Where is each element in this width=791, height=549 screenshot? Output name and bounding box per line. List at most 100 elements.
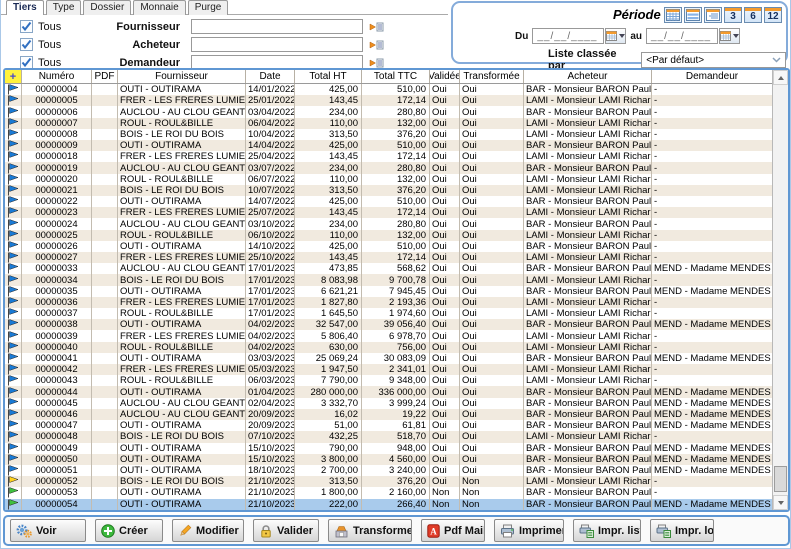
table-row[interactable]: 00000042FRER - LES FRERES LUMIERES05/03/… bbox=[5, 364, 772, 375]
vertical-scrollbar[interactable] bbox=[772, 70, 788, 510]
cell-demandeur: MEND - Madame MENDES bbox=[652, 499, 772, 510]
table-row[interactable]: 00000009OUTI - OUTIRAMA14/04/2022425,005… bbox=[5, 140, 772, 151]
app-window: TiersTypeDossierMonnaiePurge TousFournis… bbox=[0, 0, 791, 549]
date-to-input[interactable]: __/__/____ bbox=[646, 28, 718, 44]
tous-checkbox-acheteur[interactable] bbox=[20, 38, 33, 51]
column-header-total-ht[interactable]: Total HT bbox=[295, 70, 362, 83]
transformer-button[interactable]: Transformer bbox=[328, 519, 412, 542]
table-row[interactable]: 00000049OUTI - OUTIRAMA15/10/2023790,009… bbox=[5, 443, 772, 454]
table-row[interactable]: 00000041OUTI - OUTIRAMA03/03/202325 069,… bbox=[5, 353, 772, 364]
period-calendar-week-button[interactable] bbox=[684, 7, 702, 23]
table-row[interactable]: 00000045AUCLOU - AU CLOU GEANT02/04/2023… bbox=[5, 398, 772, 409]
flag-green-icon bbox=[7, 499, 19, 510]
cell-pdf bbox=[92, 431, 118, 442]
table-row[interactable]: 00000053OUTI - OUTIRAMA21/10/20231 800,0… bbox=[5, 487, 772, 498]
fournisseur-picker-button[interactable] bbox=[369, 21, 384, 33]
cell-date: 18/10/2023 bbox=[246, 465, 295, 476]
cell-acheteur: LAMI - Monsieur LAMI Richard bbox=[524, 129, 652, 140]
column-header-demandeur[interactable]: Demandeur bbox=[652, 70, 772, 83]
table-row[interactable]: 00000036FRER - LES FRERES LUMIERES17/01/… bbox=[5, 297, 772, 308]
table-row[interactable]: 00000027FRER - LES FRERES LUMIERES25/10/… bbox=[5, 252, 772, 263]
date-from-calendar-button[interactable] bbox=[605, 28, 626, 44]
column-header-fournisseur[interactable]: Fournisseur bbox=[118, 70, 246, 83]
demandeur-picker-button[interactable] bbox=[369, 57, 384, 69]
acheteur-input[interactable] bbox=[191, 37, 363, 52]
period-calendar-month-button[interactable] bbox=[704, 7, 722, 23]
creer-button[interactable]: Créer bbox=[95, 519, 163, 542]
acheteur-picker-button[interactable] bbox=[369, 39, 384, 51]
table-row[interactable]: 00000037ROUL - ROUL&BILLE17/01/20231 645… bbox=[5, 308, 772, 319]
date-from-input[interactable]: __/__/____ bbox=[532, 28, 604, 44]
table-row[interactable]: 00000025ROUL - ROUL&BILLE06/10/2022110,0… bbox=[5, 230, 772, 241]
tab-purge[interactable]: Purge bbox=[188, 0, 229, 15]
table-row[interactable]: 00000008BOIS - LE ROI DU BOIS10/04/20223… bbox=[5, 129, 772, 140]
tab-monnaie[interactable]: Monnaie bbox=[133, 0, 185, 15]
table-row[interactable]: 00000004OUTI - OUTIRAMA14/01/2022425,005… bbox=[5, 84, 772, 95]
table-row[interactable]: 00000019AUCLOU - AU CLOU GEANT03/07/2022… bbox=[5, 162, 772, 173]
period-6-months-button[interactable]: 6 bbox=[744, 7, 762, 23]
table-row[interactable]: 00000044OUTI - OUTIRAMA01/04/2023280 000… bbox=[5, 386, 772, 397]
table-row[interactable]: 00000022OUTI - OUTIRAMA14/07/2022425,005… bbox=[5, 196, 772, 207]
column-header-transformee[interactable]: Transformée bbox=[460, 70, 524, 83]
table-row[interactable]: 00000039FRER - LES FRERES LUMIERES04/02/… bbox=[5, 330, 772, 341]
column-header-acheteur[interactable]: Acheteur bbox=[524, 70, 652, 83]
table-row[interactable]: 00000054OUTI - OUTIRAMA21/10/2023222,002… bbox=[5, 499, 772, 510]
cell-validee: Oui bbox=[430, 319, 460, 330]
column-header-total-ttc[interactable]: Total TTC bbox=[362, 70, 430, 83]
tab-type[interactable]: Type bbox=[46, 0, 82, 15]
table-row[interactable]: 00000040ROUL - ROUL&BILLE04/02/2023630,0… bbox=[5, 342, 772, 353]
column-header-numero[interactable]: Numéro bbox=[22, 70, 92, 83]
table-row[interactable]: 00000046AUCLOU - AU CLOU GEANT20/09/2023… bbox=[5, 409, 772, 420]
table-row[interactable]: 00000051OUTI - OUTIRAMA18/10/20232 700,0… bbox=[5, 465, 772, 476]
date-to-calendar-button[interactable] bbox=[719, 28, 740, 44]
valider-button[interactable]: Valider bbox=[253, 519, 319, 542]
table-row[interactable]: 00000005FRER - LES FRERES LUMIERES25/01/… bbox=[5, 95, 772, 106]
table-row[interactable]: 00000038OUTI - OUTIRAMA04/02/202332 547,… bbox=[5, 319, 772, 330]
table-row[interactable]: 00000034BOIS - LE ROI DU BOIS17/01/20238… bbox=[5, 274, 772, 285]
scroll-up-button[interactable] bbox=[773, 70, 788, 85]
table-row[interactable]: 00000043ROUL - ROUL&BILLE06/03/20237 790… bbox=[5, 375, 772, 386]
period-12-months-button[interactable]: 12 bbox=[764, 7, 782, 23]
modifier-button[interactable]: Modifier bbox=[172, 519, 244, 542]
period-calendar-day-button[interactable] bbox=[664, 7, 682, 23]
period-3-months-button[interactable]: 3 bbox=[724, 7, 742, 23]
cell-demandeur: - bbox=[652, 342, 772, 353]
impr-lot-button[interactable]: Impr. lot bbox=[650, 519, 714, 542]
table-row[interactable]: 00000024AUCLOU - AU CLOU GEANT03/10/2022… bbox=[5, 218, 772, 229]
table-row[interactable]: 00000006AUCLOU - AU CLOU GEANT03/04/2022… bbox=[5, 106, 772, 117]
table-row[interactable]: 00000048BOIS - LE ROI DU BOIS07/10/20234… bbox=[5, 431, 772, 442]
flag-cell bbox=[5, 263, 22, 274]
tab-dossier[interactable]: Dossier bbox=[83, 0, 131, 15]
table-row[interactable]: 00000020ROUL - ROUL&BILLE06/07/2022110,0… bbox=[5, 174, 772, 185]
tous-checkbox-fournisseur[interactable] bbox=[20, 20, 33, 33]
table-row[interactable]: 00000050OUTI - OUTIRAMA15/10/20233 800,0… bbox=[5, 454, 772, 465]
table-plus-button[interactable]: + bbox=[5, 70, 22, 83]
scroll-down-button[interactable] bbox=[773, 495, 788, 510]
impr-liste-button[interactable]: Impr. liste bbox=[573, 519, 641, 542]
cell-acheteur: BAR - Monsieur BARON Paul bbox=[524, 84, 652, 95]
table-row[interactable]: 00000033AUCLOU - AU CLOU GEANT17/01/2023… bbox=[5, 263, 772, 274]
scrollbar-thumb[interactable] bbox=[774, 466, 787, 492]
cell-demandeur: MEND - Madame MENDES bbox=[652, 353, 772, 364]
table-row[interactable]: 00000007ROUL - ROUL&BILLE06/04/2022110,0… bbox=[5, 118, 772, 129]
fournisseur-input[interactable] bbox=[191, 19, 363, 34]
table-row[interactable]: 00000018FRER - LES FRERES LUMIERES25/04/… bbox=[5, 151, 772, 162]
sort-order-select[interactable]: <Par défaut> bbox=[641, 52, 786, 68]
flag-blue-icon bbox=[7, 241, 19, 252]
pdf-mail-button[interactable]: APdf Mail bbox=[421, 519, 485, 542]
column-header-date[interactable]: Date bbox=[246, 70, 295, 83]
cell-fournisseur: FRER - LES FRERES LUMIERES bbox=[118, 151, 246, 162]
table-row[interactable]: 00000035OUTI - OUTIRAMA17/01/20236 621,2… bbox=[5, 286, 772, 297]
column-header-validee[interactable]: Validée bbox=[430, 70, 460, 83]
cell-numero: 00000053 bbox=[22, 487, 92, 498]
imprimer-button[interactable]: Imprimer bbox=[494, 519, 564, 542]
table-row[interactable]: 00000047OUTI - OUTIRAMA20/09/202351,0061… bbox=[5, 420, 772, 431]
table-row[interactable]: 00000052BOIS - LE ROI DU BOIS21/10/20233… bbox=[5, 476, 772, 487]
table-row[interactable]: 00000021BOIS - LE ROI DU BOIS10/07/20223… bbox=[5, 185, 772, 196]
table-row[interactable]: 00000023FRER - LES FRERES LUMIERES25/07/… bbox=[5, 207, 772, 218]
tab-tiers[interactable]: Tiers bbox=[6, 0, 44, 15]
voir-button[interactable]: Voir bbox=[10, 519, 86, 542]
table-row[interactable]: 00000026OUTI - OUTIRAMA14/10/2022425,005… bbox=[5, 241, 772, 252]
cell-transformee: Oui bbox=[460, 308, 524, 319]
column-header-pdf[interactable]: PDF bbox=[92, 70, 118, 83]
